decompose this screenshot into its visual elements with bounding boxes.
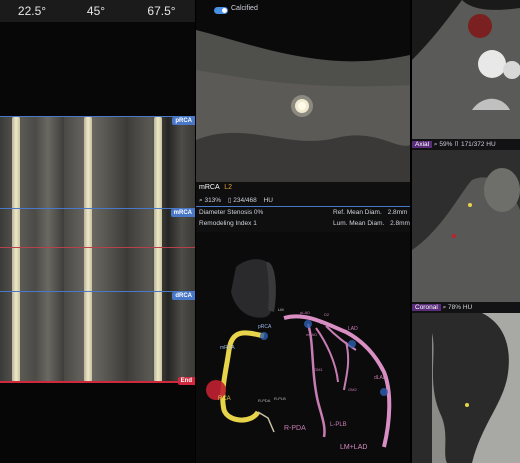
view-column-1[interactable]: 22.5°: [0, 0, 65, 463]
label-plad: pLAD: [300, 310, 311, 315]
zoom-icon: ⌕: [199, 197, 203, 204]
segment-name: mRCA: [199, 184, 220, 191]
label-rpda: R-PDA: [284, 425, 306, 432]
label-d2: D2: [324, 312, 330, 317]
axial-slice: 171/372: [460, 141, 485, 148]
label-om2: OM2: [348, 387, 357, 392]
label-lm: LM: [278, 307, 284, 312]
axial-hu[interactable]: HU: [486, 141, 495, 148]
slice-icon: ▯: [227, 197, 232, 204]
axial-zoom: 59%: [439, 141, 453, 148]
zoom-level: 313%: [204, 197, 222, 204]
marker-line-end[interactable]: [0, 381, 195, 383]
slice-icon: ▯: [454, 141, 460, 148]
remodeling-label: Remodeling Index: [199, 220, 252, 227]
vessel-trace: [12, 116, 20, 383]
axial-status-bar: Axial ⌕ 59% ▯ 171/372 HU: [412, 139, 520, 150]
zoom-icon: ⌕: [442, 304, 447, 311]
label-rplb-small: R-PLB: [274, 396, 286, 401]
view-column-2[interactable]: 45°: [64, 0, 129, 463]
lum-mean-label: Lum. Mean Diam.: [333, 220, 385, 227]
ref-mean-label: Ref. Mean Diam.: [333, 209, 382, 216]
hu-label[interactable]: HU: [264, 197, 273, 204]
cross-section-view[interactable]: Calcified: [196, 0, 410, 182]
label-d1: D1: [320, 320, 326, 325]
label-lmlad: LM+LAD: [340, 444, 368, 451]
marker-line-mrca[interactable]: [0, 208, 195, 209]
label-mrca: mRCA: [220, 345, 235, 351]
vessel-trace: [154, 116, 162, 383]
calcified-label: Calcified: [231, 5, 258, 12]
label-lplb: L-PLB: [330, 422, 347, 428]
remodeling-value: 1: [253, 220, 257, 227]
sagittal-view[interactable]: [412, 313, 520, 463]
axial-label[interactable]: Axial: [412, 141, 433, 148]
label-prca: pRCA: [258, 324, 272, 330]
label-rca: RCA: [218, 396, 231, 402]
coronal-view[interactable]: Coronal ⌕ 78% HU: [412, 150, 520, 313]
coronal-label[interactable]: Coronal: [412, 304, 441, 311]
marker-tag-mrca[interactable]: mRCA: [170, 209, 195, 217]
diameter-stenosis-label: Diameter Stenosis: [199, 209, 253, 216]
column-angle-label: 45°: [64, 0, 128, 22]
coronal-status-bar: Coronal ⌕ 78% HU: [412, 302, 520, 313]
marker-line-prca[interactable]: [0, 116, 195, 117]
label-om1: OM1: [314, 367, 323, 372]
vessel-trace: [84, 116, 92, 383]
diameter-stenosis-value: 0%: [253, 209, 264, 216]
coronary-tree-3d-view[interactable]: pRCA mRCA RCA R-PDA R-PLB R-PDA LM pLAD …: [196, 232, 410, 463]
label-lad: LAD: [348, 326, 358, 332]
marker-line-drca[interactable]: [0, 291, 195, 292]
view-column-3[interactable]: 67.5°: [128, 0, 195, 463]
label-rpda-small: R-PDA: [258, 398, 271, 403]
marker-line-current[interactable]: [0, 247, 195, 248]
marker-tag-end[interactable]: End: [177, 377, 195, 385]
cross-section-image: [196, 0, 410, 182]
calcified-toggle[interactable]: [214, 7, 228, 14]
label-mlad: mLAD: [306, 332, 318, 337]
label-dlad: dLAD: [374, 375, 387, 381]
axial-view[interactable]: Axial ⌕ 59% ▯ 171/372 HU: [412, 0, 520, 150]
straightened-views-panel: 22.5° 45° 67.5° pRCA mRCA dRCA End: [0, 0, 195, 463]
zoom-icon: ⌕: [433, 141, 438, 148]
ref-mean-value: 2.8mm: [387, 209, 408, 216]
marker-tag-drca[interactable]: dRCA: [172, 292, 195, 300]
column-angle-label: 67.5°: [128, 0, 195, 22]
marker-tag-prca[interactable]: pRCA: [172, 117, 195, 125]
lum-mean-value: 2.8mm: [390, 220, 410, 227]
coronal-hu[interactable]: HU: [463, 304, 472, 311]
measurement-info-panel: mRCA L2 ⌕ 313% ▯ 234/468 HU Diameter Ste…: [196, 182, 410, 232]
coronal-zoom: 78%: [448, 304, 462, 311]
segment-tag: L2: [224, 184, 232, 191]
slice-index: 234/468: [233, 197, 257, 204]
column-angle-label: 22.5°: [0, 0, 64, 22]
